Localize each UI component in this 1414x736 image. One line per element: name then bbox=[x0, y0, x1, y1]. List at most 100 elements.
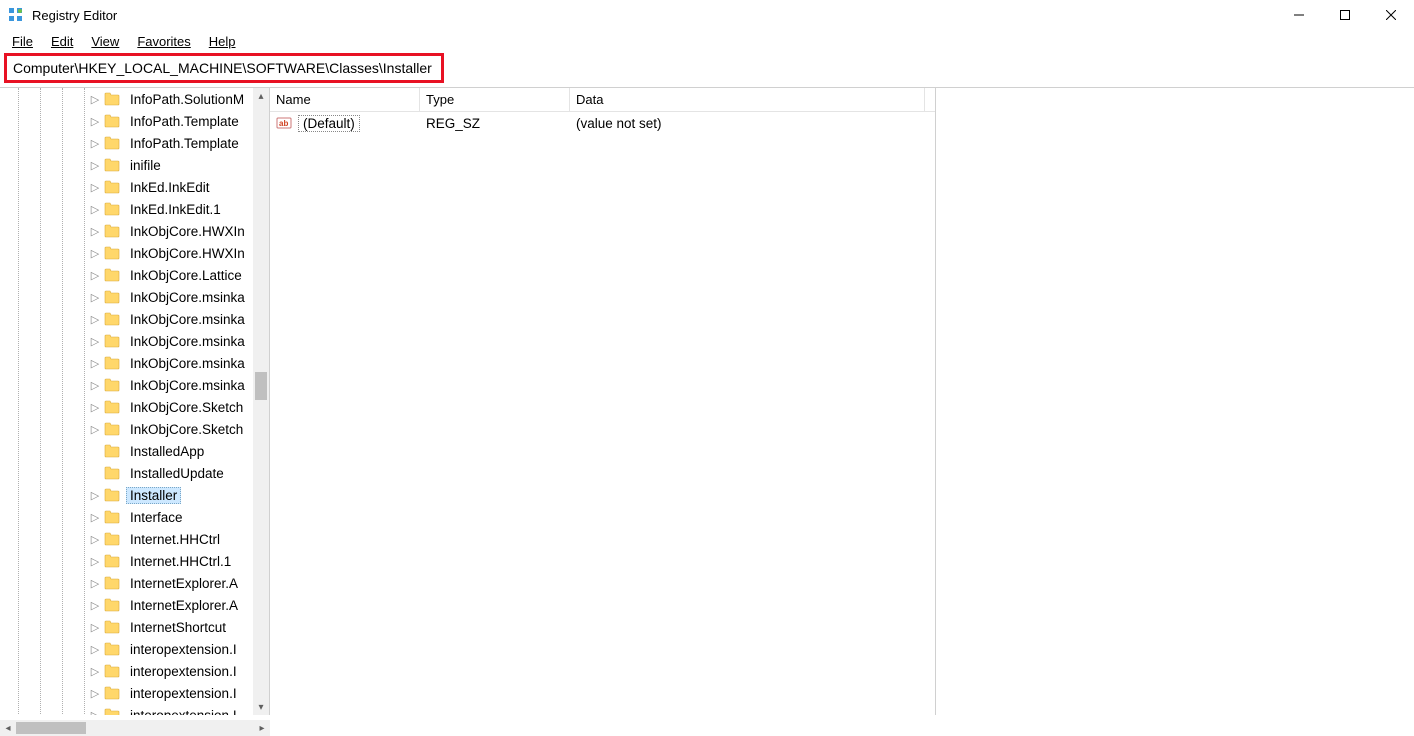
folder-icon bbox=[104, 312, 120, 326]
tree-item-label: Internet.HHCtrl.1 bbox=[126, 554, 235, 569]
folder-icon bbox=[104, 378, 120, 392]
expand-icon[interactable]: ▷ bbox=[88, 313, 102, 326]
tree-item[interactable]: InstalledApp bbox=[0, 440, 253, 462]
expand-icon[interactable]: ▷ bbox=[88, 665, 102, 678]
tree-item[interactable]: ▷ InkObjCore.Lattice bbox=[0, 264, 253, 286]
expand-icon[interactable]: ▷ bbox=[88, 577, 102, 590]
tree-guide bbox=[84, 88, 85, 715]
tree-item[interactable]: ▷interopextension.I bbox=[0, 682, 253, 704]
expand-icon[interactable]: ▷ bbox=[88, 709, 102, 716]
folder-icon bbox=[104, 158, 120, 172]
expand-icon[interactable]: ▷ bbox=[88, 181, 102, 194]
tree-horizontal-scrollbar[interactable]: ◂ ▸ bbox=[0, 720, 270, 736]
expand-icon[interactable]: ▷ bbox=[88, 687, 102, 700]
tree-item[interactable]: ▷InternetExplorer.A bbox=[0, 594, 253, 616]
tree-item-label: InkObjCore.msinka bbox=[126, 290, 249, 305]
tree-item-label: InternetShortcut bbox=[126, 620, 230, 635]
tree-item[interactable]: ▷Internet.HHCtrl bbox=[0, 528, 253, 550]
scroll-track[interactable] bbox=[253, 104, 269, 699]
minimize-button[interactable] bbox=[1276, 0, 1322, 30]
tree-item[interactable]: ▷InkObjCore.msinka bbox=[0, 352, 253, 374]
expand-icon[interactable]: ▷ bbox=[88, 291, 102, 304]
tree-item-label: InkObjCore.HWXIn bbox=[126, 246, 249, 261]
tree-guide bbox=[40, 88, 41, 715]
tree-item[interactable]: ▷InkObjCore.msinka bbox=[0, 308, 253, 330]
menu-help[interactable]: Help bbox=[201, 32, 244, 51]
expand-icon[interactable]: ▷ bbox=[88, 621, 102, 634]
scroll-down-icon[interactable]: ▾ bbox=[253, 699, 269, 715]
tree-item[interactable]: ▷ InternetShortcut bbox=[0, 616, 253, 638]
tree-item[interactable]: ▷interopextension.I bbox=[0, 660, 253, 682]
expand-icon[interactable]: ▷ bbox=[88, 159, 102, 172]
expand-icon[interactable]: ▷ bbox=[88, 533, 102, 546]
tree-item[interactable]: ▷InkObjCore.msinka bbox=[0, 330, 253, 352]
tree-item[interactable]: ▷Installer bbox=[0, 484, 253, 506]
expand-icon[interactable]: ▷ bbox=[88, 247, 102, 260]
tree-item[interactable]: ▷interopextension.I bbox=[0, 704, 253, 715]
scroll-thumb[interactable] bbox=[255, 372, 267, 400]
menu-favorites[interactable]: Favorites bbox=[129, 32, 198, 51]
scroll-right-icon[interactable]: ▸ bbox=[254, 720, 270, 736]
tree-item[interactable]: ▷InfoPath.Template bbox=[0, 110, 253, 132]
tree-item[interactable]: ▷ InkObjCore.Sketch bbox=[0, 396, 253, 418]
tree-item[interactable]: ▷ InkEd.InkEdit.1 bbox=[0, 198, 253, 220]
expand-icon[interactable]: ▷ bbox=[88, 555, 102, 568]
menu-edit[interactable]: Edit bbox=[43, 32, 81, 51]
expand-icon[interactable]: ▷ bbox=[88, 225, 102, 238]
tree-item[interactable]: ▷InkObjCore.msinka bbox=[0, 374, 253, 396]
tree-item[interactable]: ▷InfoPath.SolutionM bbox=[0, 88, 253, 110]
expand-icon[interactable]: ▷ bbox=[88, 335, 102, 348]
expand-icon[interactable]: ▷ bbox=[88, 423, 102, 436]
expand-icon[interactable]: ▷ bbox=[88, 357, 102, 370]
expand-icon[interactable]: ▷ bbox=[88, 511, 102, 524]
folder-icon bbox=[104, 488, 120, 502]
expand-icon[interactable]: ▷ bbox=[88, 269, 102, 282]
scroll-left-icon[interactable]: ◂ bbox=[0, 720, 16, 736]
tree-guide bbox=[18, 88, 19, 715]
expand-icon[interactable]: ▷ bbox=[88, 93, 102, 106]
expand-icon[interactable]: ▷ bbox=[88, 489, 102, 502]
tree-item-label: InkObjCore.Lattice bbox=[126, 268, 246, 283]
expand-icon[interactable]: ▷ bbox=[88, 599, 102, 612]
tree-item-label: InkObjCore.HWXIn bbox=[126, 224, 249, 239]
column-type[interactable]: Type bbox=[420, 88, 570, 111]
value-name: (Default) bbox=[298, 115, 360, 132]
folder-icon bbox=[104, 686, 120, 700]
column-data[interactable]: Data bbox=[570, 88, 925, 111]
tree-item[interactable]: ▷InfoPath.Template bbox=[0, 132, 253, 154]
close-button[interactable] bbox=[1368, 0, 1414, 30]
tree-item[interactable]: InstalledUpdate bbox=[0, 462, 253, 484]
registry-editor-icon bbox=[8, 7, 24, 23]
tree-item[interactable]: ▷ InkObjCore.HWXIn bbox=[0, 220, 253, 242]
expand-icon[interactable]: ▷ bbox=[88, 401, 102, 414]
tree-item[interactable]: ▷InternetExplorer.A bbox=[0, 572, 253, 594]
expand-icon[interactable]: ▷ bbox=[88, 643, 102, 656]
tree-scroll[interactable]: ▷InfoPath.SolutionM▷InfoPath.Template▷In… bbox=[0, 88, 253, 715]
column-name[interactable]: Name bbox=[270, 88, 420, 111]
expand-icon[interactable]: ▷ bbox=[88, 203, 102, 216]
hscroll-track[interactable] bbox=[16, 720, 254, 736]
tree-item-label: InkObjCore.Sketch bbox=[126, 400, 247, 415]
tree-item[interactable]: ▷InkObjCore.Sketch bbox=[0, 418, 253, 440]
scroll-up-icon[interactable]: ▴ bbox=[253, 88, 269, 104]
tree-item[interactable]: ▷ InkObjCore.msinka bbox=[0, 286, 253, 308]
list-row[interactable]: ab (Default) REG_SZ (value not set) bbox=[270, 112, 935, 134]
tree-item[interactable]: ▷Interface bbox=[0, 506, 253, 528]
tree-item[interactable]: ▷interopextension.I bbox=[0, 638, 253, 660]
menu-file[interactable]: File bbox=[4, 32, 41, 51]
folder-icon bbox=[104, 202, 120, 216]
tree-vertical-scrollbar[interactable]: ▴ ▾ bbox=[253, 88, 269, 715]
expand-icon[interactable]: ▷ bbox=[88, 137, 102, 150]
tree-item[interactable]: ▷ InkEd.InkEdit bbox=[0, 176, 253, 198]
address-bar[interactable]: Computer\HKEY_LOCAL_MACHINE\SOFTWARE\Cla… bbox=[4, 53, 444, 83]
maximize-button[interactable] bbox=[1322, 0, 1368, 30]
tree-item-label: InkEd.InkEdit.1 bbox=[126, 202, 225, 217]
tree-item[interactable]: ▷ Internet.HHCtrl.1 bbox=[0, 550, 253, 572]
expand-icon[interactable]: ▷ bbox=[88, 115, 102, 128]
tree-item[interactable]: ▷inifile bbox=[0, 154, 253, 176]
expand-icon[interactable]: ▷ bbox=[88, 379, 102, 392]
menu-view[interactable]: View bbox=[83, 32, 127, 51]
tree-item[interactable]: ▷ InkObjCore.HWXIn bbox=[0, 242, 253, 264]
hscroll-thumb[interactable] bbox=[16, 722, 86, 734]
tree-item-label: InkEd.InkEdit bbox=[126, 180, 214, 195]
